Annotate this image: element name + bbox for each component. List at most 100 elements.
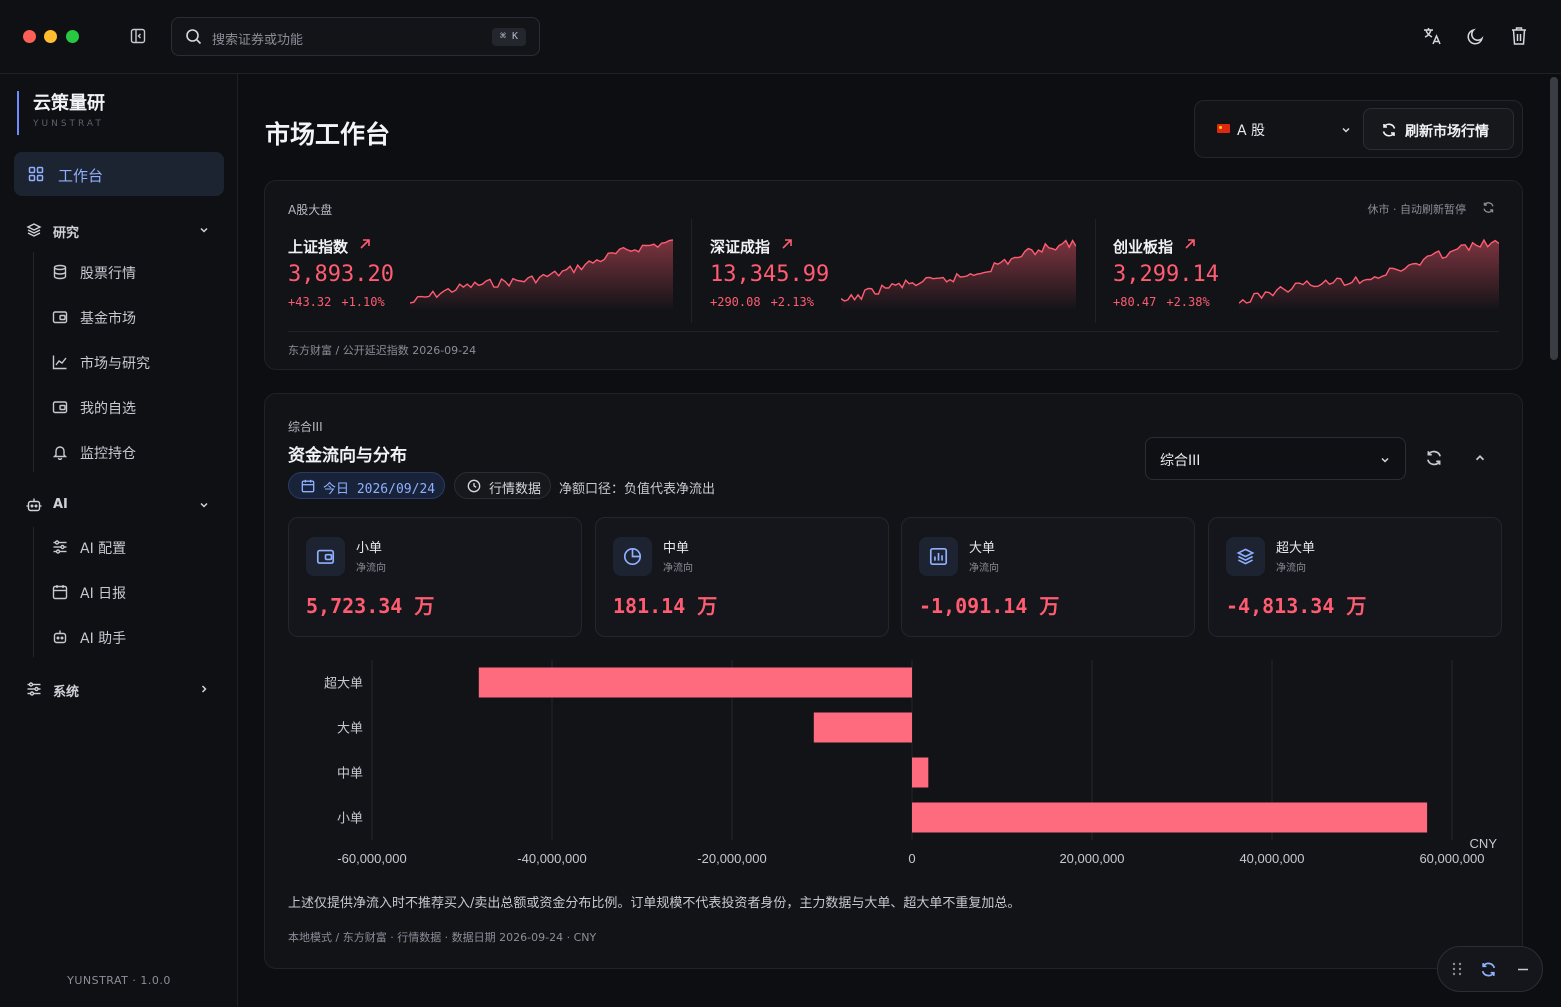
index-item[interactable]: 上证指数 3,893.20 +43.32 +1.10% — [288, 236, 673, 326]
page-controls: A 股 刷新市场行情 — [1194, 100, 1523, 158]
minimize-icon[interactable] — [1516, 961, 1530, 978]
dark-mode-icon[interactable] — [1466, 26, 1486, 46]
index-change-abs: +80.47 — [1113, 295, 1157, 309]
bar[interactable] — [478, 667, 912, 698]
refresh-market-button[interactable]: 刷新市场行情 — [1363, 108, 1514, 150]
sparkline-chart — [841, 239, 1076, 311]
index-item[interactable]: 创业板指 3,299.14 +80.47 +2.38% — [1113, 236, 1499, 326]
divider — [288, 331, 1499, 332]
search-input[interactable]: 搜索证券或功能 — [212, 29, 303, 48]
date-chip-label: 今日 2026/09/24 — [323, 482, 436, 497]
sidebar-item-workbench[interactable]: 工作台 — [14, 152, 224, 196]
stat-card-medium-orders: 中单 净流向 181.14 万 — [595, 517, 889, 637]
fund-flow-bar-chart: -60,000,000 -40,000,000 -20,000,000 0 20,000… — [324, 660, 1497, 866]
sidebar-item-stock-quotes[interactable]: 股票行情 — [52, 260, 222, 284]
refresh-flow-button[interactable] — [1425, 449, 1443, 467]
drag-handle-icon[interactable] — [1452, 962, 1462, 976]
app-version: YUNSTRAT · 1.0.0 — [67, 974, 171, 987]
window-close-button[interactable] — [23, 30, 36, 43]
stat-name: 小单 — [356, 541, 383, 556]
chevron-down-icon — [198, 499, 210, 511]
trash-icon[interactable] — [1510, 26, 1528, 46]
sidebar-item-market-research[interactable]: 市场与研究 — [52, 350, 222, 374]
collapse-button[interactable] — [1473, 451, 1487, 465]
sparkline-chart — [1239, 238, 1499, 311]
disclaimer-text: 上述仅提供净流入时不推荐买入/卖出总额或资金分布比例。订单规模不代表投资者身份，… — [288, 896, 1021, 911]
translate-icon[interactable] — [1422, 26, 1442, 46]
sidebar-group-research[interactable]: 研究 — [26, 219, 216, 241]
divider — [1095, 219, 1096, 323]
index-overview-card: A股大盘 休市 · 自动刷新暂停 上证指数 3,893.20 +43.32 +1.… — [264, 180, 1523, 370]
sidebar-item-label: 股票行情 — [80, 266, 136, 282]
sidebar: 云策量研 YUNSTRAT 工作台 研究 股票行情 基金市场 市场与研究 我的自… — [0, 74, 238, 1007]
sidebar-item-ai-assistant[interactable]: AI 助手 — [52, 625, 222, 649]
bell-icon — [52, 444, 68, 460]
x-tick-label: -60,000,000 — [337, 851, 406, 866]
market-select[interactable]: A 股 — [1203, 109, 1358, 149]
index-change-pct: +2.38% — [1166, 295, 1210, 309]
index-change-abs: +290.08 — [710, 295, 761, 309]
grid-icon — [28, 166, 44, 182]
data-source-chip[interactable]: 行情数据 — [454, 472, 551, 499]
brand-logo: 云策量研 YUNSTRAT — [17, 91, 105, 135]
index-change: +80.47 +2.38% — [1113, 295, 1220, 309]
sidebar-tree-line — [33, 252, 34, 472]
index-item[interactable]: 深证成指 13,345.99 +290.08 +2.13% — [710, 236, 1076, 326]
index-name: 深证成指 — [710, 238, 771, 256]
sidebar-item-fund-market[interactable]: 基金市场 — [52, 305, 222, 329]
refresh-icon[interactable] — [1480, 961, 1497, 978]
sidebar-item-label: 市场与研究 — [80, 356, 150, 372]
index-change-abs: +43.32 — [288, 295, 332, 309]
trend-up-icon — [780, 237, 794, 251]
x-tick-label: 40,000,000 — [1239, 851, 1304, 866]
global-search[interactable]: 搜索证券或功能 ⌘ K — [171, 17, 540, 56]
section-title: 资金流向与分布 — [288, 446, 407, 466]
refresh-icon — [1427, 450, 1441, 466]
x-tick-label: 0 — [908, 851, 915, 866]
window-minimize-button[interactable] — [44, 30, 57, 43]
layers-icon — [26, 222, 42, 238]
sector-select[interactable]: 综合III — [1145, 437, 1406, 480]
stat-subtitle: 净流向 — [1276, 563, 1306, 574]
bar[interactable] — [912, 802, 1428, 833]
bar[interactable] — [813, 712, 912, 743]
x-tick-label: -20,000,000 — [697, 851, 766, 866]
sidebar-item-monitor-holdings[interactable]: 监控持仓 — [52, 440, 222, 464]
index-value: 3,299.14 — [1113, 262, 1219, 287]
sidebar-group-system[interactable]: 系统 — [26, 678, 216, 700]
page-title: 市场工作台 — [265, 120, 391, 149]
sidebar-item-ai-daily[interactable]: AI 日报 — [52, 580, 222, 604]
date-chip[interactable]: 今日 2026/09/24 — [288, 472, 445, 499]
x-tick-label: 60,000,000 — [1419, 851, 1484, 866]
net-flow-note: 净额口径：负值代表净流出 — [559, 482, 716, 497]
data-source-chip-label: 行情数据 — [489, 482, 542, 497]
stat-value: -4,813.34 万 — [1226, 594, 1367, 618]
sliders-icon — [26, 681, 42, 697]
bar[interactable] — [912, 757, 929, 788]
sidebar-item-ai-config[interactable]: AI 配置 — [52, 535, 222, 559]
sidebar-item-label: AI 助手 — [80, 631, 127, 647]
index-change-pct: +1.10% — [341, 295, 385, 309]
chevron-down-icon — [198, 224, 210, 236]
sparkline-area — [1239, 240, 1499, 311]
refresh-icon[interactable] — [1482, 201, 1495, 214]
scrollbar-thumb[interactable] — [1550, 77, 1558, 360]
market-status: 休市 · 自动刷新暂停 — [1367, 203, 1467, 216]
sidebar-group-ai[interactable]: AI — [26, 494, 216, 516]
chevron-right-icon — [198, 683, 210, 695]
robot-icon — [52, 629, 68, 645]
stat-value: 5,723.34 万 — [306, 594, 435, 618]
stat-value: 181.14 万 — [613, 594, 718, 618]
divider — [691, 219, 692, 323]
line-chart-icon — [52, 354, 68, 370]
stat-value: -1,091.14 万 — [919, 594, 1060, 618]
refresh-icon — [1381, 122, 1397, 138]
calendar-icon — [301, 479, 315, 493]
wallet-icon — [306, 537, 345, 576]
sidebar-item-watchlist[interactable]: 我的自选 — [52, 395, 222, 419]
wallet-icon — [52, 309, 68, 325]
y-category-label: 小单 — [337, 811, 363, 826]
window-zoom-button[interactable] — [66, 30, 79, 43]
card-label: A股大盘 — [288, 203, 333, 217]
sidebar-toggle-icon[interactable] — [130, 28, 146, 44]
